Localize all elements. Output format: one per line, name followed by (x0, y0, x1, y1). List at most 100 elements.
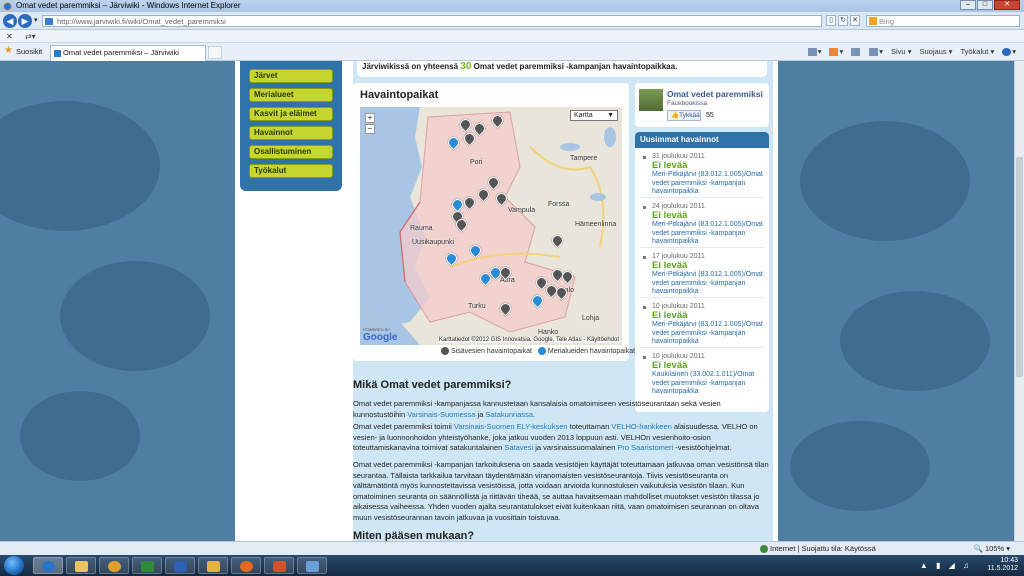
background-lake-shape (20, 391, 140, 481)
intro-prefix: Järviwikissä on yhteensä (362, 62, 459, 71)
browser-tab[interactable]: Omat vedet paremmiksi – Järviwiki (50, 45, 206, 61)
address-input[interactable]: http://www.jarviwiki.fi/wiki/Omat_vedet_… (42, 15, 822, 27)
link-ely-keskus[interactable]: Varsinais-Suomen ELY-keskuksen (454, 422, 568, 431)
forward-button[interactable]: ▶ (18, 14, 32, 28)
observations-heading: Uusimmat havainnot (635, 132, 769, 148)
scrollbar-thumb[interactable] (1016, 157, 1023, 377)
observation-site-link[interactable]: Kaukilainen (33.002.1.011)/Omat vedet pa… (652, 371, 764, 397)
taskbar-outlook[interactable] (198, 557, 228, 574)
map-place-label: Turku (468, 303, 486, 310)
observation-site-link[interactable]: Meri-Pitkäjärvi (83.012.1.005)/Omat vede… (652, 271, 764, 297)
stop-icon[interactable]: ✕ (850, 15, 860, 26)
taskbar-powerpoint[interactable] (264, 557, 294, 574)
background-lake-shape (840, 291, 990, 391)
page-scrollbar[interactable] (1014, 61, 1024, 541)
page-menu[interactable]: Sivu ▾ (891, 47, 911, 56)
tab-favicon-icon (54, 50, 61, 57)
new-tab-button[interactable] (208, 46, 222, 59)
observation-site-link[interactable]: Meri-Pitkäjärvi (83.012.1.005)/Omat vede… (652, 221, 764, 247)
zoom-level[interactable]: 🔍 105% ▾ (974, 542, 1010, 555)
link-velho-hanke[interactable]: VELHO-hankkeen (611, 422, 671, 431)
observation-value: Ei levää (652, 210, 688, 221)
window-icon (306, 561, 319, 572)
safety-menu[interactable]: Suojaus ▾ (919, 47, 952, 56)
print-button[interactable]: ▾ (869, 47, 883, 57)
minimize-button[interactable]: – (960, 0, 976, 10)
nav-item-jarvet[interactable]: Järvet (249, 69, 333, 83)
mail-button[interactable] (851, 47, 861, 57)
like-button[interactable]: 👍Tykkää (667, 110, 701, 121)
taskbar-excel[interactable] (132, 557, 162, 574)
nav-item-osallistuminen[interactable]: Osallistuminen (249, 145, 333, 159)
taskbar-ie[interactable] (33, 557, 63, 574)
map-type-select[interactable]: Kartta ▼ (570, 110, 618, 121)
site-count: 30 (460, 61, 472, 72)
link-pro-saaristomeri[interactable]: Pro Saaristomeri (617, 443, 673, 452)
facebook-page-name[interactable]: Omat vedet paremmiksi (667, 89, 763, 99)
nav-item-merialueet[interactable]: Merialueet (249, 88, 333, 102)
help-button[interactable]: ▾ (1002, 47, 1016, 57)
observation-item: 10 joulukuu 2011 Ei levää Kaukilainen (3… (640, 348, 764, 398)
map-copyright[interactable]: Karttatiedot ©2012 GIS Innovatsia, Googl… (437, 337, 620, 343)
observation-item: 24 joulukuu 2011 Ei levää Meri-Pitkäjärv… (640, 198, 764, 248)
convert-icon[interactable]: ⇄▾ (25, 32, 36, 41)
close-toolbar-icon[interactable]: ✕ (6, 32, 13, 41)
address-toolbar: ◀ ▶ ▾ http://www.jarviwiki.fi/wiki/Omat_… (0, 12, 1024, 30)
taskbar-word[interactable] (165, 557, 195, 574)
nav-item-kasvit[interactable]: Kasvit ja eläimet (249, 107, 333, 121)
observation-site-link[interactable]: Meri-Pitkäjärvi (83.012.1.005)/Omat vede… (652, 321, 764, 347)
observation-site-link[interactable]: Meri-Pitkäjärvi (83.012.1.005)/Omat vede… (652, 171, 764, 197)
observation-value: Ei levää (652, 360, 688, 371)
nav-item-tyokalut[interactable]: Työkalut (249, 164, 333, 178)
map-type-value: Kartta (574, 112, 593, 119)
security-zone[interactable]: Internet | Suojattu tila: Käytössä (760, 542, 876, 555)
zoom-in-button[interactable]: + (365, 113, 375, 123)
taskbar-explorer[interactable] (66, 557, 96, 574)
map-place-label: Uusikaupunki (412, 239, 455, 246)
taskbar-media[interactable] (99, 557, 129, 574)
home-icon (807, 48, 817, 57)
help-icon (1002, 48, 1012, 57)
observation-date: 10 joulukuu 2011 (652, 353, 705, 360)
back-button[interactable]: ◀ (3, 14, 17, 28)
map-legend: Sisävesien havaintopaikat Merialueiden h… (441, 347, 635, 355)
close-window-button[interactable]: ✕ (994, 0, 1020, 10)
feeds-button[interactable]: ▾ (829, 47, 843, 57)
map-place-label: Hämeenlinna (575, 221, 617, 228)
clock[interactable]: 10:43 11.5.2012 (987, 557, 1018, 573)
bullet-icon (643, 206, 646, 209)
facebook-page-image[interactable] (639, 89, 663, 111)
link-varsinais-suomi[interactable]: Varsinais-Suomessa (407, 410, 475, 419)
tools-menu[interactable]: Työkalut ▾ (960, 47, 994, 56)
maximize-button[interactable]: □ (977, 0, 993, 10)
favorites-button[interactable]: Suosikit (16, 47, 42, 56)
history-dropdown-icon[interactable]: ▾ (34, 16, 38, 24)
lake-shape (560, 143, 580, 151)
map-place-label: Lohja (582, 315, 600, 322)
window-controls: – □ ✕ (960, 0, 1020, 10)
page-viewport: Järvet Merialueet Kasvit ja eläimet Hava… (0, 61, 1014, 541)
background-lake-shape (0, 101, 160, 231)
taskbar-app[interactable] (297, 557, 327, 574)
zoom-out-button[interactable]: − (365, 124, 375, 134)
map-place-label: Rauma (410, 225, 433, 232)
refresh-icon[interactable]: ↻ (838, 15, 848, 26)
background-lake-shape (800, 121, 970, 241)
observation-map[interactable]: Pori Tampere Rauma Vampula Uusikaupunki Hämee… (360, 107, 622, 345)
search-input[interactable]: Bing (866, 15, 1020, 27)
bing-icon (869, 17, 877, 25)
taskbar-firefox[interactable] (231, 557, 261, 574)
article-paragraph: Omat vedet paremmiksi -kampanjassa kannu… (353, 399, 721, 419)
nav-item-havainnot[interactable]: Havainnot (249, 126, 333, 140)
link-satakunta[interactable]: Satakunnassa (485, 410, 533, 419)
compat-view-icon[interactable]: ▯ (826, 15, 836, 26)
link-satavesi[interactable]: Satavesi (504, 443, 533, 452)
home-button[interactable]: ▾ (807, 47, 821, 57)
favorites-star-icon[interactable]: ★ (4, 45, 13, 56)
bullet-icon (643, 356, 646, 359)
system-tray[interactable]: ▲ ▮ ◢ ♫ (920, 561, 972, 570)
window-titlebar: Omat vedet paremmiksi – Järviwiki - Wind… (0, 0, 1024, 12)
windows-taskbar: ▲ ▮ ◢ ♫ 10:43 11.5.2012 (0, 555, 1024, 576)
observation-item: 31 joulukuu 2011 Ei levää Meri-Pitkäjärv… (640, 148, 764, 198)
start-button[interactable] (4, 556, 24, 575)
